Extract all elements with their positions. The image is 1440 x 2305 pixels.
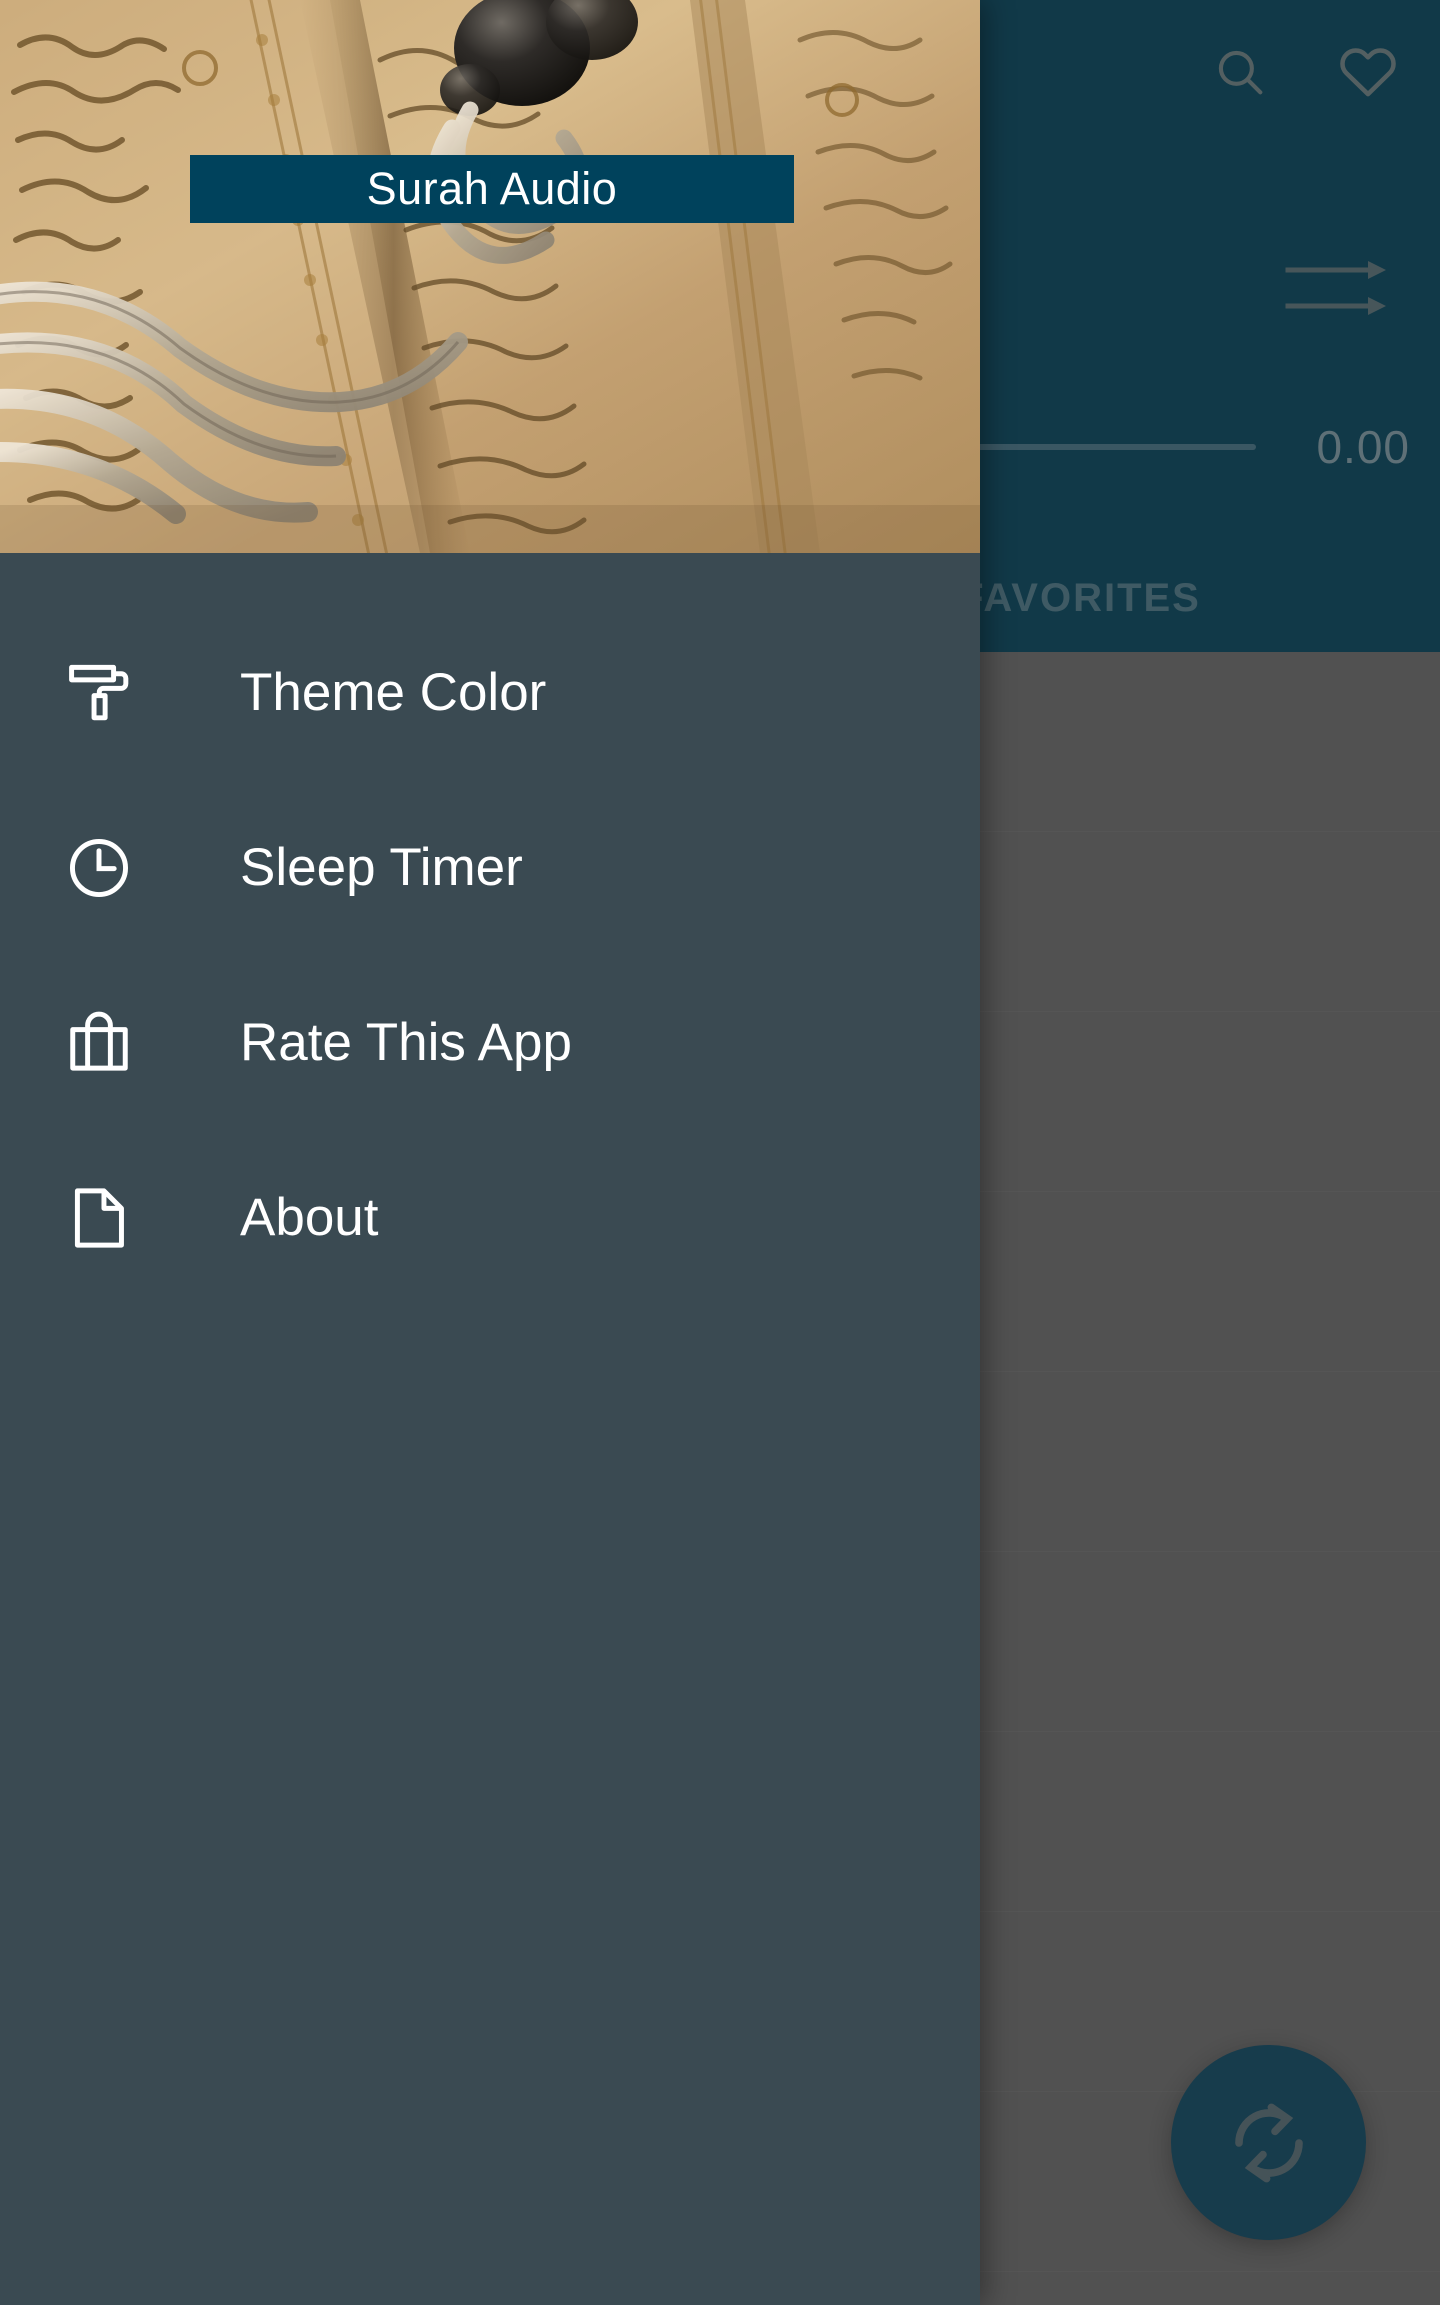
drawer-title: Surah Audio <box>366 163 618 214</box>
drawer-header: Surah Audio <box>0 0 980 553</box>
document-icon <box>62 1181 136 1255</box>
double-arrow-right-icon[interactable] <box>1282 248 1392 333</box>
loop-refresh-icon <box>1234 2103 1303 2182</box>
quran-header-image <box>0 0 980 553</box>
loop-refresh-fab[interactable] <box>1171 2045 1366 2240</box>
heart-outline-icon[interactable] <box>1330 34 1406 110</box>
drawer-menu: Theme Color Sleep Timer Rate This App Ab… <box>0 553 980 1305</box>
menu-item-label: About <box>240 1188 379 1247</box>
menu-item-label: Rate This App <box>240 1013 572 1072</box>
menu-item-theme-color[interactable]: Theme Color <box>0 605 980 780</box>
search-icon[interactable] <box>1202 34 1278 110</box>
paint-roller-icon <box>62 656 136 730</box>
menu-item-label: Sleep Timer <box>240 838 523 897</box>
app-bar-actions <box>1202 34 1406 110</box>
menu-item-sleep-timer[interactable]: Sleep Timer <box>0 780 980 955</box>
clock-icon <box>62 831 136 905</box>
navigation-drawer: Surah Audio Theme Color Sleep Timer Rate… <box>0 0 980 2305</box>
current-time-label: 0.00 <box>1316 421 1410 473</box>
shopping-bag-icon <box>62 1006 136 1080</box>
menu-item-rate-this-app[interactable]: Rate This App <box>0 955 980 1130</box>
drawer-title-banner: Surah Audio <box>190 155 794 223</box>
menu-item-about[interactable]: About <box>0 1130 980 1305</box>
menu-item-label: Theme Color <box>240 663 547 722</box>
app-screen: 0.00 ST FAVORITES <box>0 0 1440 2305</box>
